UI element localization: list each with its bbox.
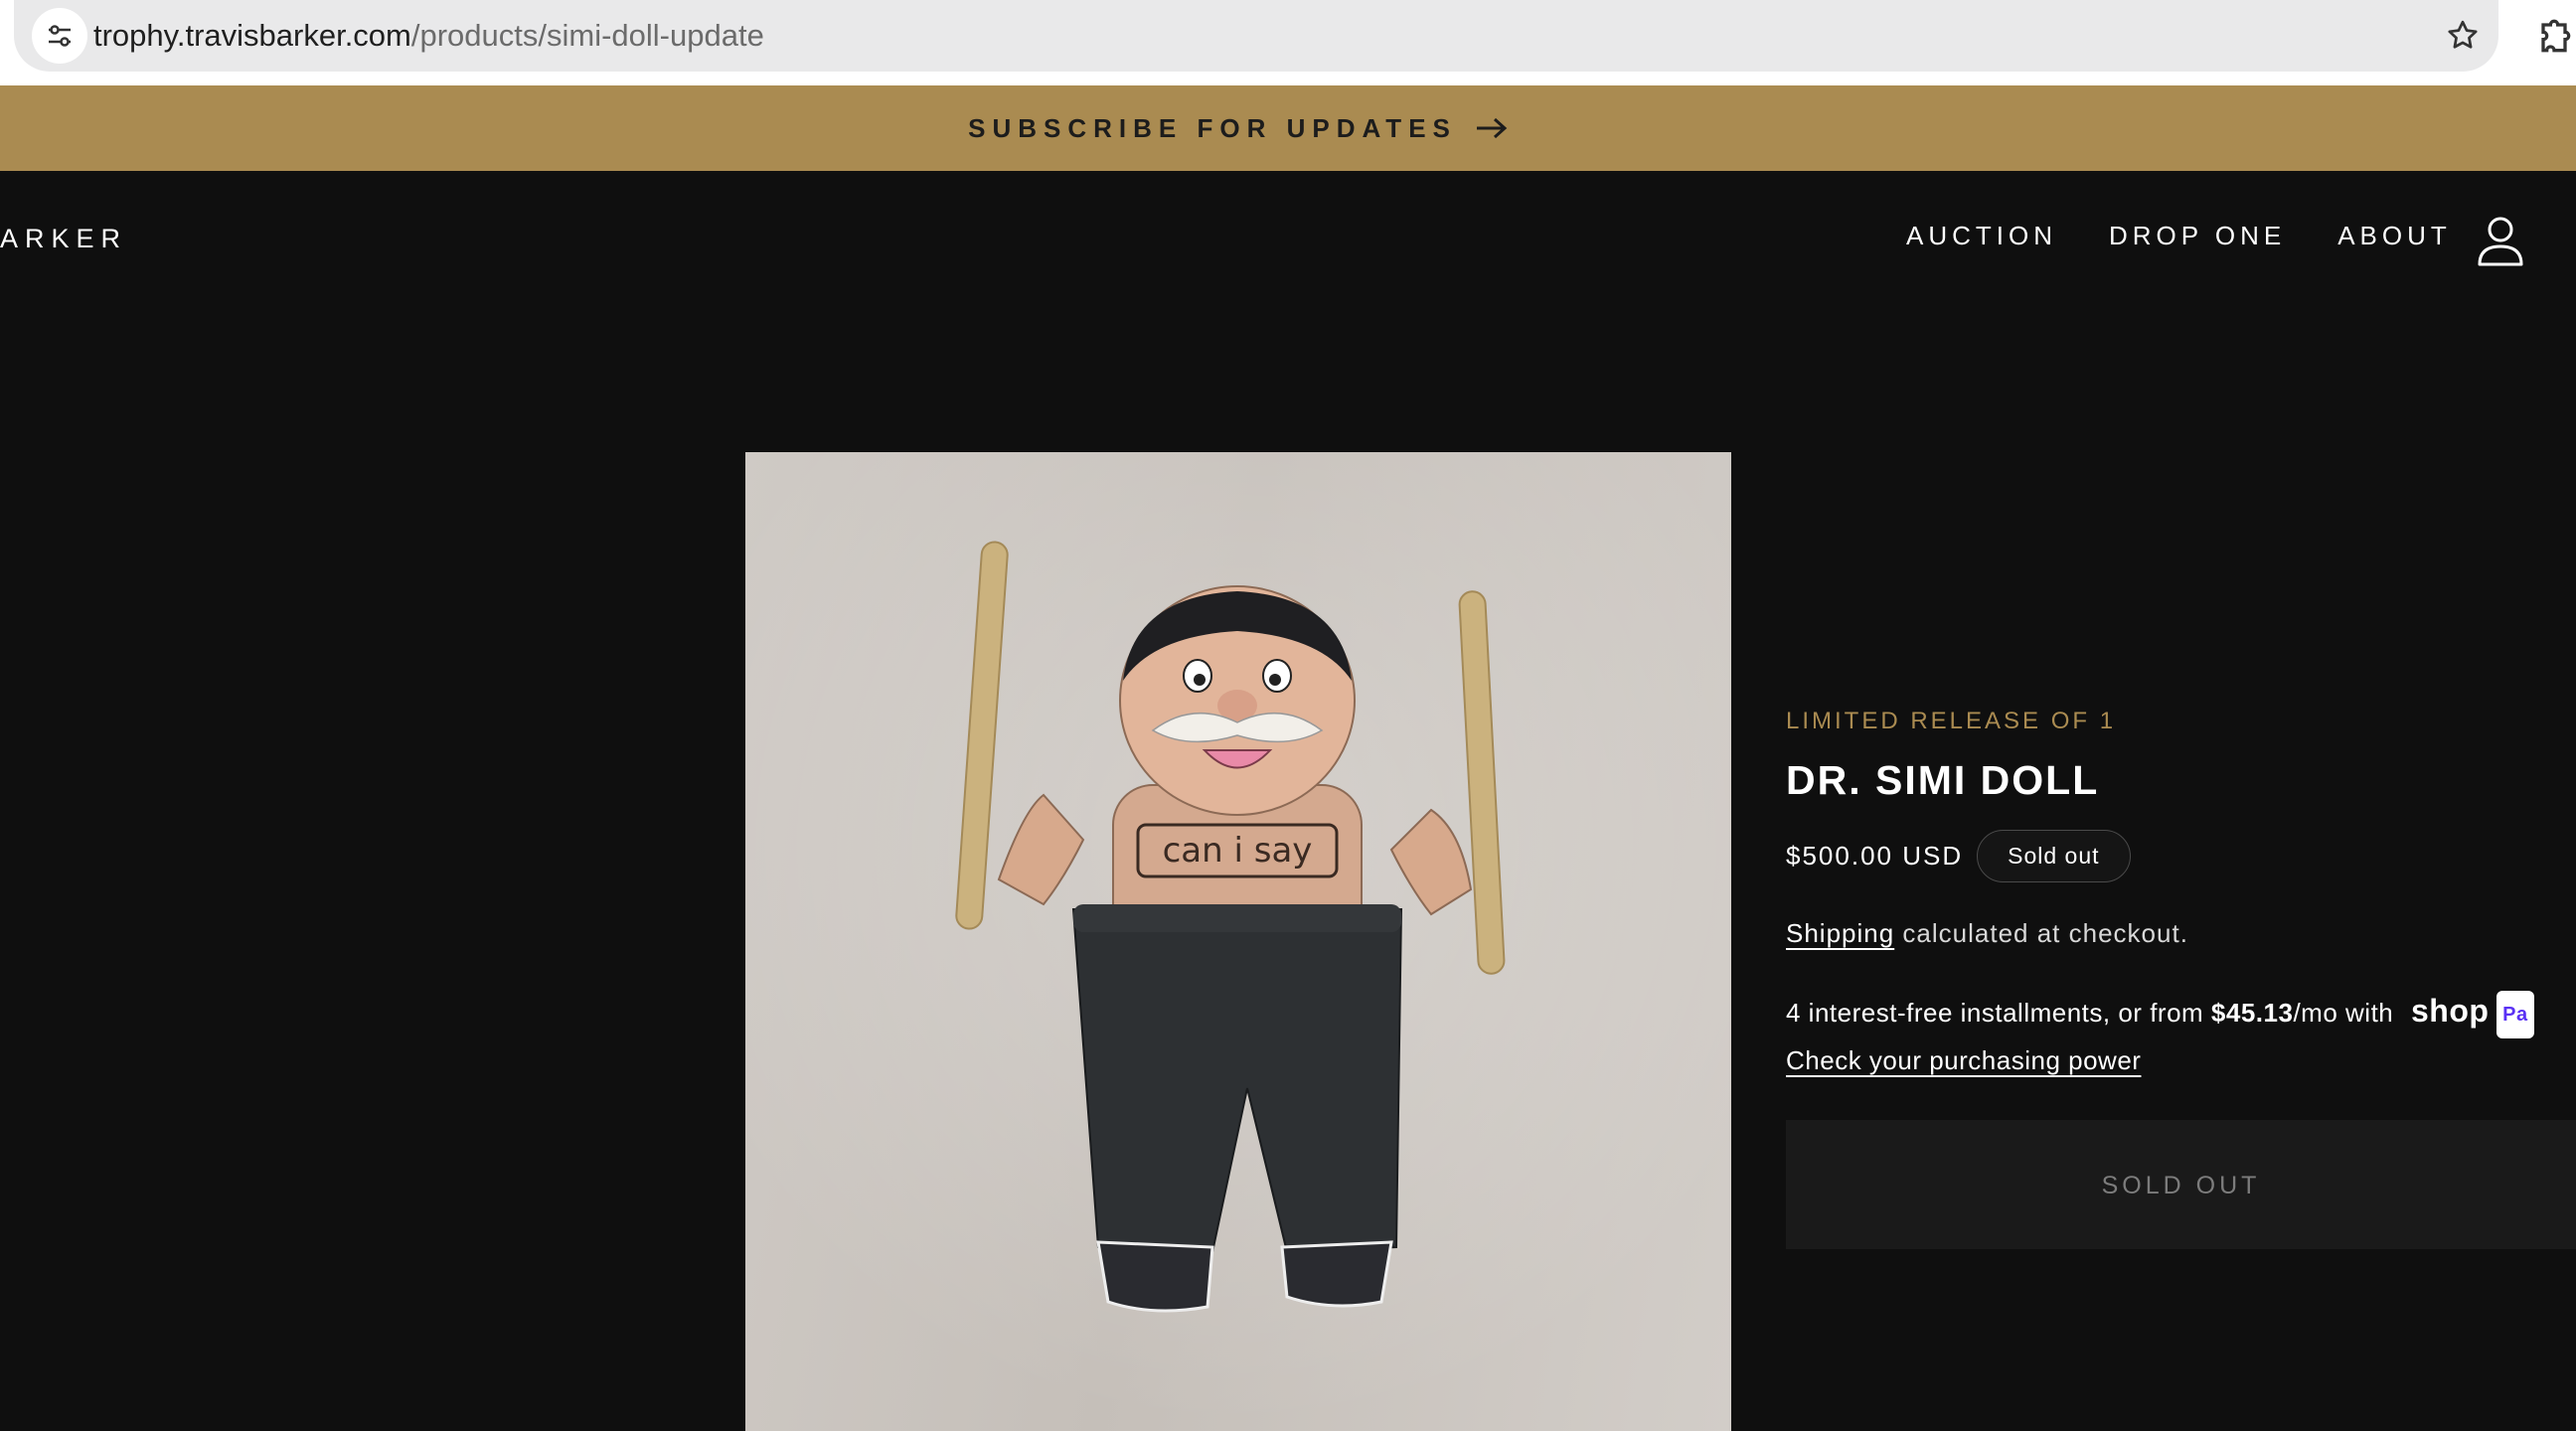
installments-amount: $45.13 xyxy=(2210,998,2294,1028)
shipping-link[interactable]: Shipping xyxy=(1786,918,1894,948)
svg-text:can i say: can i say xyxy=(1163,831,1313,871)
announcement-bar[interactable]: SUBSCRIBE FOR UPDATES xyxy=(0,85,2576,171)
brand-logo[interactable]: ARKER xyxy=(0,224,127,254)
product-eyebrow: LIMITED RELEASE OF 1 xyxy=(1786,708,2117,734)
nav-auction[interactable]: AUCTION xyxy=(1906,221,2057,251)
shop-pay-installments: 4 interest-free installments, or from $4… xyxy=(1786,989,2576,1082)
address-bar[interactable]: trophy.travisbarker.com/products/simi-do… xyxy=(14,0,2498,72)
url-domain: trophy.travisbarker.com xyxy=(93,18,411,53)
product-info: LIMITED RELEASE OF 1 DR. SIMI DOLL $500.… xyxy=(1786,708,2576,1249)
bookmark-star-icon[interactable] xyxy=(2439,12,2487,60)
shop-pay-logo: shop xyxy=(2410,993,2490,1029)
arrow-right-icon xyxy=(1476,117,1508,139)
announcement-text[interactable]: SUBSCRIBE FOR UPDATES xyxy=(968,113,1457,144)
sold-out-button[interactable]: SOLD OUT xyxy=(1786,1120,2576,1249)
account-icon[interactable] xyxy=(2475,215,2526,268)
nav-about[interactable]: ABOUT xyxy=(2337,221,2452,251)
sold-out-badge: Sold out xyxy=(1977,830,2131,882)
product-title: DR. SIMI DOLL xyxy=(1786,757,2100,803)
shop-pay-pill: Pa xyxy=(2496,991,2534,1039)
site-info-icon[interactable] xyxy=(32,8,87,64)
extensions-puzzle-icon[interactable] xyxy=(2532,14,2576,58)
price-row: $500.00 USD Sold out xyxy=(1786,830,2576,882)
installments-suffix: /mo with xyxy=(2293,998,2401,1028)
url-text[interactable]: trophy.travisbarker.com/products/simi-do… xyxy=(93,16,764,56)
shipping-text: calculated at checkout. xyxy=(1894,918,2188,948)
doll-illustration: can i say xyxy=(745,452,1731,1431)
product-price: $500.00 USD xyxy=(1786,841,1964,871)
url-path: /products/simi-doll-update xyxy=(410,18,764,53)
main-nav: AUCTION DROP ONE ABOUT xyxy=(1906,221,2452,251)
purchasing-power-link[interactable]: Check your purchasing power xyxy=(1786,1045,2141,1075)
browser-toolbar: trophy.travisbarker.com/products/simi-do… xyxy=(0,0,2576,85)
shipping-note: Shipping calculated at checkout. xyxy=(1786,918,2576,949)
installments-prefix: 4 interest-free installments, or from xyxy=(1786,998,2211,1028)
product-image[interactable]: can i say xyxy=(745,452,1731,1431)
nav-drop-one[interactable]: DROP ONE xyxy=(2109,221,2286,251)
